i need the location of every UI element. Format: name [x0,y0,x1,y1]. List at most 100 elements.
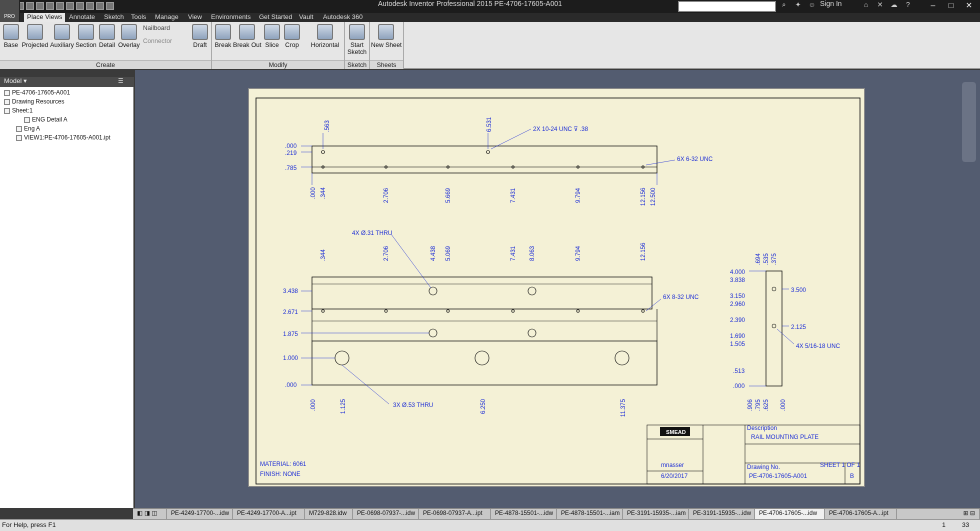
quick-access-toolbar[interactable] [16,2,114,12]
dim-label: 6X 6-32 UNC [677,157,713,163]
user-icon[interactable]: ☺ [808,2,816,10]
break-button[interactable]: Break [214,24,232,49]
dim-label: 6.250 [481,398,487,414]
section-button[interactable]: Section [75,24,97,49]
drawing-sheet[interactable]: .000 .219 .785 .563 6.531 2X 10-24 UNC ⊽… [248,88,865,487]
close-icon[interactable]: ✕ [960,0,978,12]
redo-icon[interactable] [56,2,64,10]
search-icon[interactable]: ⌕ [780,2,788,10]
dim-label: 2.706 [384,187,390,203]
sketch-icon [349,24,365,40]
dim-label: 7.431 [511,245,517,261]
tab-place-views[interactable]: Place Views [24,13,66,22]
overlay-button[interactable]: Overlay [118,24,140,49]
projected-view-icon [27,24,43,40]
print-icon[interactable] [76,2,84,10]
tree-item-view1[interactable]: VIEW1:PE-4706-17605-A001.ipt [16,135,110,142]
dim-label: .535 [764,253,770,265]
dim-label: 4X 5/16-18 UNC [796,344,841,350]
detail-view-icon [99,24,115,40]
tab-get-started[interactable]: Get Started [256,13,295,22]
material-icon[interactable] [106,2,114,10]
dim-label: 2.125 [791,325,807,331]
start-sketch-button[interactable]: Start Sketch [346,24,368,56]
select-icon[interactable] [86,2,94,10]
dim-label: 4.438 [431,245,437,261]
new-sheet-icon [378,24,394,40]
dim-label: 3.438 [283,289,299,295]
dim-label: .785 [285,166,297,172]
browser-title[interactable]: Model ▾ [0,77,134,87]
tab-annotate[interactable]: Annotate [66,13,98,22]
base-view-icon [3,24,19,40]
crop-button[interactable]: Crop [283,24,301,49]
tab-sketch[interactable]: Sketch [101,13,127,22]
exchange-icon[interactable]: ✕ [876,2,884,10]
navigation-bar[interactable] [962,82,976,162]
front-view-dim-lines [301,233,662,405]
cart-icon[interactable]: ⌂ [862,2,870,10]
detail-button[interactable]: Detail [98,24,116,49]
dim-label: .344 [321,187,327,199]
dim-label: .000 [285,144,297,150]
title-block-icon [16,126,22,132]
base-button[interactable]: Base [2,24,20,49]
save-icon[interactable] [36,2,44,10]
browser-menu-icon[interactable]: ☰ [118,78,132,86]
front-view-holes [321,286,645,366]
a360-icon[interactable]: ☁ [890,2,898,10]
tab-environments[interactable]: Environments [208,13,254,22]
dim-label: .563 [325,120,331,132]
dim-label: .375 [772,253,778,265]
dim-label: .000 [733,384,745,390]
dim-label: .513 [733,369,745,375]
nailboard-button[interactable]: Nailboard [143,25,170,32]
drawn-by: mnasser [661,463,684,469]
update-icon[interactable] [96,2,104,10]
tree-item-document[interactable]: PE-4706-17605-A001 [4,90,70,97]
status-bar: For Help, press F1 1 33 [0,519,980,531]
horizontal-button[interactable]: Horizontal [308,24,342,49]
tab-autodesk-360[interactable]: Autodesk 360 [320,13,366,22]
border-icon [24,117,30,123]
description-label: Description [747,426,777,432]
window-controls: – □ ✕ [924,0,978,12]
maximize-icon[interactable]: □ [942,0,960,12]
tree-item-sheet[interactable]: Sheet:1 [4,108,33,115]
dim-label: 2.960 [730,302,746,308]
tree-item-eng-detail[interactable]: ENG Detail A [24,117,67,124]
side-view-outline [765,270,783,387]
auxiliary-button[interactable]: Auxiliary [50,24,74,49]
dim-label: 3.500 [791,288,807,294]
slice-button[interactable]: Slice [263,24,281,49]
dim-label: 11.375 [621,398,627,417]
help-icon[interactable]: ? [904,2,912,10]
front-view-upper [311,276,653,310]
application-menu-button[interactable]: PRO [0,0,20,22]
undo-icon[interactable] [46,2,54,10]
ribbon: Base Projected Auxiliary Section Detail … [0,22,980,69]
tab-tools[interactable]: Tools [128,13,149,22]
title-bar: Autodesk Inventor Professional 2015 PE-4… [0,0,980,13]
tree-item-eng-a[interactable]: Eng A [16,126,40,133]
open-icon[interactable] [26,2,34,10]
new-sheet-button[interactable]: New Sheet [371,24,402,49]
sign-in-link[interactable]: Sign In [820,1,842,8]
view-icon [16,135,22,141]
subscription-icon[interactable]: ✦ [794,2,802,10]
minimize-icon[interactable]: – [924,0,942,12]
tab-vault[interactable]: Vault [296,13,316,22]
break-out-button[interactable]: Break Out [233,24,261,49]
search-input[interactable] [678,1,776,12]
tab-manage[interactable]: Manage [152,13,182,22]
tab-view[interactable]: View [185,13,205,22]
projected-button[interactable]: Projected [21,24,49,49]
home-icon[interactable] [66,2,74,10]
draft-button[interactable]: Draft [190,24,210,49]
dim-label: 1.505 [730,342,746,348]
ribbon-tabs: Place Views Annotate Sketch Tools Manage… [24,13,404,22]
connector-button[interactable]: Connector [143,38,172,45]
break-icon [215,24,231,40]
side-view-hole [771,323,777,329]
tree-item-drawing-resources[interactable]: Drawing Resources [4,99,64,106]
